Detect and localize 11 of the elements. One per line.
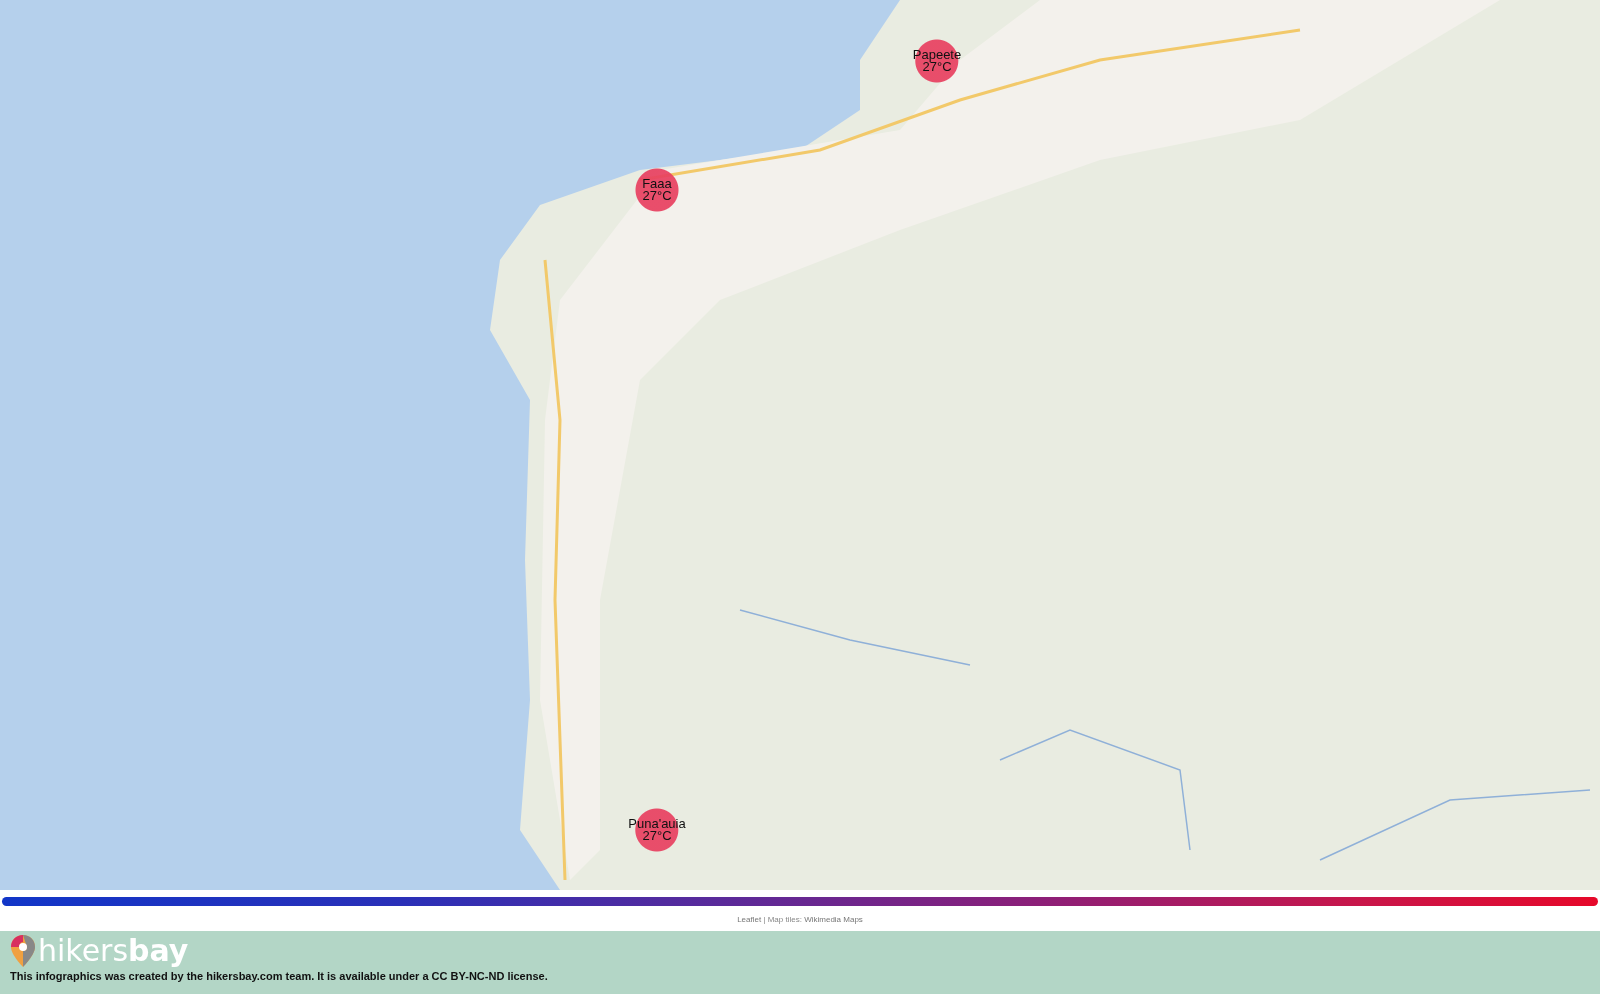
leaflet-link[interactable]: Leaflet [737,915,762,924]
temperature-label: 27°C [642,190,672,202]
location-pin-icon [10,934,36,968]
temperature-marker[interactable]: Faaa 27°C [633,168,681,212]
map-attribution: Leaflet | Map tiles: Wikimedia Maps [736,914,864,926]
hikersbay-logo: hikersbay [38,934,189,968]
city-name: Faaa [642,178,672,190]
license-notice: This infographics was created by the hikersbay.com team. It is available under a CC BY-NC-ND license. [10,970,549,982]
temperature-label: 27°C [922,61,952,73]
temperature-label: 27°C [642,830,672,842]
map-source-link[interactable]: Wikimedia Maps [804,915,863,924]
